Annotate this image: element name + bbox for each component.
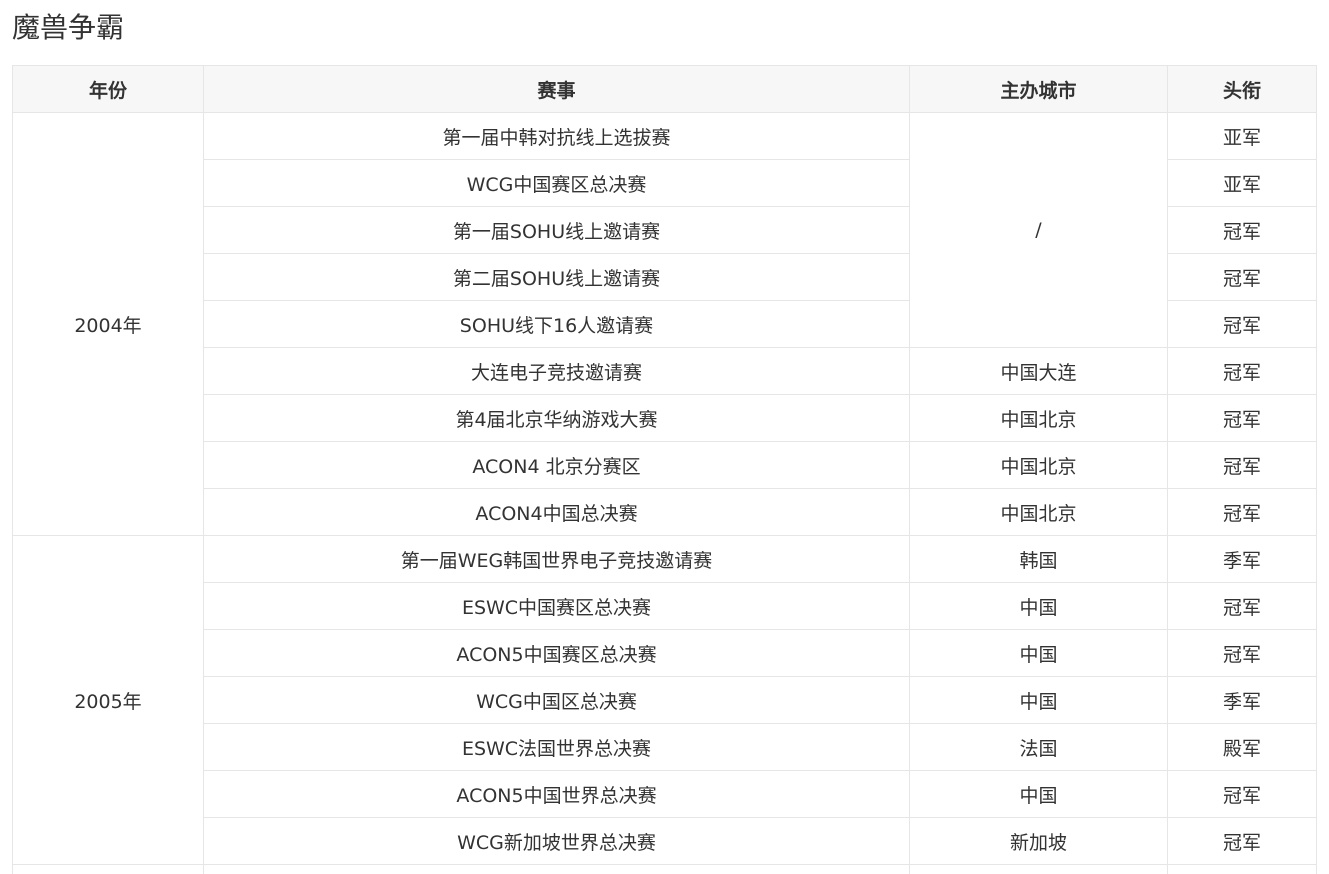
table-row: ACON4中国总决赛 中国北京 冠军: [13, 488, 1317, 536]
event-cell: SOHU线下16人邀请赛: [203, 300, 910, 348]
year-cell: 2005年: [12, 535, 204, 865]
city-cell: 中国: [909, 629, 1168, 677]
year-cell: 2004年: [12, 112, 204, 536]
header-city: 主办城市: [909, 65, 1168, 113]
empty-cell: [203, 864, 910, 874]
event-cell: 第一届WEG韩国世界电子竞技邀请赛: [203, 535, 910, 583]
event-cell: 第一届SOHU线上邀请赛: [203, 206, 910, 254]
city-cell: 法国: [909, 723, 1168, 771]
title-cell: 亚军: [1167, 159, 1317, 207]
table-header: 年份 赛事 主办城市 头衔: [12, 65, 1317, 113]
event-cell: ESWC法国世界总决赛: [203, 723, 910, 771]
table-row: 大连电子竞技邀请赛 中国大连 冠军: [13, 347, 1317, 395]
city-cell: 中国大连: [909, 347, 1168, 395]
table-row: ACON4 北京分赛区 中国北京 冠军: [13, 441, 1317, 489]
title-cell: 冠军: [1167, 300, 1317, 348]
title-cell: 冠军: [1167, 629, 1317, 677]
title-cell: 冠军: [1167, 253, 1317, 301]
city-cell: 新加坡: [909, 817, 1168, 865]
table-row: WCG中国区总决赛 中国 季军: [13, 676, 1317, 724]
city-cell: 韩国: [909, 535, 1168, 583]
event-cell: ACON4 北京分赛区: [203, 441, 910, 489]
city-cell: 中国北京: [909, 394, 1168, 442]
empty-cell: [909, 864, 1168, 874]
header-year: 年份: [12, 65, 204, 113]
event-cell: 大连电子竞技邀请赛: [203, 347, 910, 395]
table-row: ESWC法国世界总决赛 法国 殿军: [13, 723, 1317, 771]
event-cell: WCG中国赛区总决赛: [203, 159, 910, 207]
city-cell: 中国: [909, 582, 1168, 630]
empty-cell: [1167, 864, 1317, 874]
city-cell: 中国: [909, 676, 1168, 724]
event-cell: ACON4中国总决赛: [203, 488, 910, 536]
title-cell: 冠军: [1167, 206, 1317, 254]
event-cell: 第二届SOHU线上邀请赛: [203, 253, 910, 301]
empty-cell: [12, 864, 204, 874]
table-row: WCG新加坡世界总决赛 新加坡 冠军: [13, 817, 1317, 865]
header-event: 赛事: [203, 65, 910, 113]
title-cell: 亚军: [1167, 112, 1317, 160]
title-cell: 冠军: [1167, 817, 1317, 865]
event-cell: WCG新加坡世界总决赛: [203, 817, 910, 865]
title-cell: 季军: [1167, 535, 1317, 583]
title-cell: 季军: [1167, 676, 1317, 724]
table-row: ACON5中国赛区总决赛 中国 冠军: [13, 629, 1317, 677]
event-cell: 第4届北京华纳游戏大赛: [203, 394, 910, 442]
table-row: 2004年 第一届中韩对抗线上选拔赛 / 亚军: [12, 112, 1317, 536]
title-cell: 冠军: [1167, 347, 1317, 395]
table-body: 2004年 第一届中韩对抗线上选拔赛 / 亚军 WCG中国赛区总决赛 亚军 第一届SOHU线…: [12, 112, 1317, 874]
table-row: 2005年 第一届WEG韩国世界电子竞技邀请赛 韩国 季军: [12, 535, 1317, 865]
title-cell: 冠军: [1167, 441, 1317, 489]
title-cell: 冠军: [1167, 582, 1317, 630]
city-cell: 中国: [909, 770, 1168, 818]
title-cell: 冠军: [1167, 770, 1317, 818]
header-row: 年份 赛事 主办城市 头衔: [12, 65, 1317, 113]
event-cell: ACON5中国世界总决赛: [203, 770, 910, 818]
table-row: ACON5中国世界总决赛 中国 冠军: [13, 770, 1317, 818]
page-title: 魔兽争霸: [12, 11, 125, 44]
title-cell: 冠军: [1167, 394, 1317, 442]
table-row: 第4届北京华纳游戏大赛 中国北京 冠军: [13, 394, 1317, 442]
title-cell: 殿军: [1167, 723, 1317, 771]
event-cell: 第一届中韩对抗线上选拔赛: [203, 112, 910, 160]
page: 魔兽争霸 年份 赛事 主办城市 头衔 2004年 第一届中韩对抗线上选拔赛 / 亚军 W…: [0, 0, 1329, 874]
header-title: 头衔: [1167, 65, 1317, 113]
table-row-partial: [12, 864, 1317, 874]
event-cell: ESWC中国赛区总决赛: [203, 582, 910, 630]
event-cell: ACON5中国赛区总决赛: [203, 629, 910, 677]
table-row: ESWC中国赛区总决赛 中国 冠军: [13, 582, 1317, 630]
city-cell: 中国北京: [909, 488, 1168, 536]
city-cell: /: [909, 112, 1168, 348]
event-cell: WCG中国区总决赛: [203, 676, 910, 724]
city-cell: 中国北京: [909, 441, 1168, 489]
results-table: 年份 赛事 主办城市 头衔 2004年 第一届中韩对抗线上选拔赛 / 亚军 WCG中国赛…: [12, 65, 1317, 874]
title-cell: 冠军: [1167, 488, 1317, 536]
